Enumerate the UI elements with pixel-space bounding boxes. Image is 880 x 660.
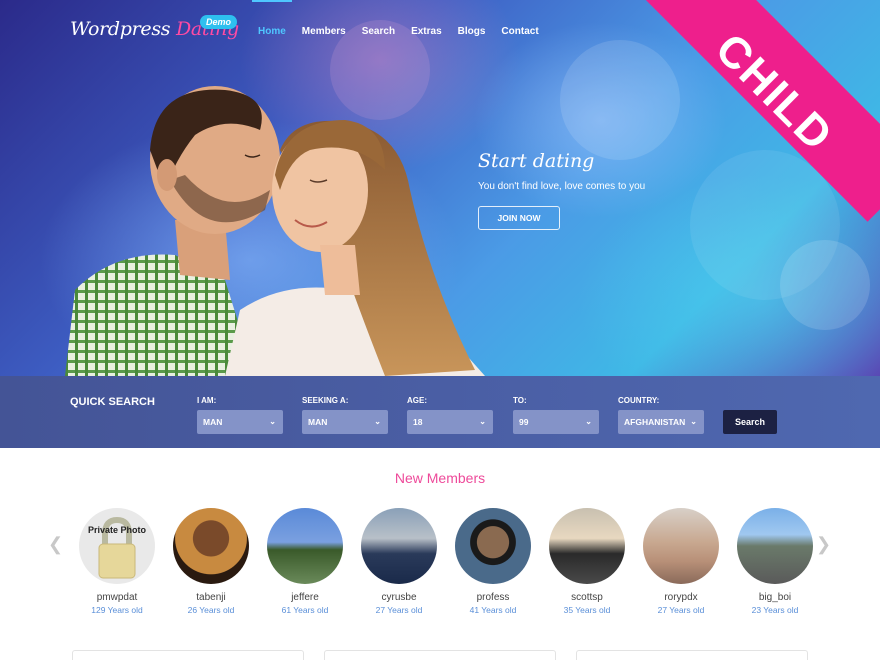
avatar[interactable] bbox=[643, 508, 719, 584]
member-name[interactable]: profess bbox=[446, 592, 540, 603]
member-card[interactable]: cyrusbe 27 Years old bbox=[352, 508, 446, 615]
member-name[interactable]: scottsp bbox=[540, 592, 634, 603]
new-members-title: New Members bbox=[394, 470, 486, 486]
content-card bbox=[72, 650, 304, 660]
field-label: TO: bbox=[513, 396, 527, 405]
member-age: 27 Years old bbox=[657, 605, 705, 615]
select-value: AFGHANISTAN bbox=[624, 417, 686, 427]
private-photo-lock-icon bbox=[98, 516, 136, 579]
member-age: 23 Years old bbox=[751, 605, 799, 615]
content-card bbox=[324, 650, 556, 660]
bokeh-light bbox=[780, 240, 870, 330]
nav-item-blogs[interactable]: Blogs bbox=[458, 26, 486, 37]
member-name[interactable]: cyrusbe bbox=[352, 592, 446, 603]
field-label: AGE: bbox=[407, 396, 427, 405]
member-card[interactable]: profess 41 Years old bbox=[446, 508, 540, 615]
select-value: MAN bbox=[308, 417, 328, 427]
avatar[interactable] bbox=[361, 508, 437, 584]
age-from-select[interactable]: 18 ⌄ bbox=[407, 410, 493, 434]
demo-badge: Demo bbox=[200, 15, 238, 29]
page: Wordpress Dating Demo Home Members Searc… bbox=[0, 0, 880, 660]
member-card[interactable]: tabenji 26 Years old bbox=[164, 508, 258, 615]
member-card[interactable]: Private Photo pmwpdat 129 Years old bbox=[70, 508, 164, 615]
member-name[interactable]: jeffere bbox=[258, 592, 352, 603]
member-name[interactable]: pmwpdat bbox=[70, 592, 164, 603]
search-button[interactable]: Search bbox=[723, 410, 777, 434]
member-age: 129 Years old bbox=[91, 605, 143, 615]
member-age: 35 Years old bbox=[563, 605, 611, 615]
avatar[interactable]: Private Photo bbox=[79, 508, 155, 584]
field-label: I AM: bbox=[197, 396, 217, 405]
quick-search-title: QUICK SEARCH bbox=[70, 396, 155, 408]
field-country: COUNTRY: AFGHANISTAN ⌄ bbox=[618, 396, 704, 434]
select-value: MAN bbox=[203, 417, 223, 427]
select-value: 18 bbox=[413, 417, 423, 427]
content-card bbox=[576, 650, 808, 660]
member-name[interactable]: rorypdx bbox=[634, 592, 728, 603]
field-label: SEEKING A: bbox=[302, 396, 349, 405]
nav-item-contact[interactable]: Contact bbox=[501, 26, 538, 37]
nav-item-members[interactable]: Members bbox=[302, 26, 346, 37]
main-nav: Home Members Search Extras Blogs Contact bbox=[252, 0, 555, 37]
member-age: 41 Years old bbox=[469, 605, 517, 615]
nav-item-search[interactable]: Search bbox=[362, 26, 395, 37]
member-card[interactable]: big_boi 23 Years old bbox=[728, 508, 822, 615]
avatar[interactable] bbox=[549, 508, 625, 584]
select-value: 99 bbox=[519, 417, 529, 427]
chevron-down-icon: ⌄ bbox=[690, 417, 697, 426]
chevron-down-icon: ⌄ bbox=[374, 417, 381, 426]
nav-item-home[interactable]: Home bbox=[252, 0, 292, 37]
i-am-select[interactable]: MAN ⌄ bbox=[197, 410, 283, 434]
avatar[interactable] bbox=[173, 508, 249, 584]
member-name[interactable]: big_boi bbox=[728, 592, 822, 603]
avatar[interactable] bbox=[267, 508, 343, 584]
private-photo-label: Private Photo bbox=[87, 525, 146, 535]
avatar[interactable] bbox=[455, 508, 531, 584]
member-card[interactable]: scottsp 35 Years old bbox=[540, 508, 634, 615]
member-age: 27 Years old bbox=[375, 605, 423, 615]
chevron-left-icon[interactable]: ❮ bbox=[48, 534, 63, 555]
chevron-down-icon: ⌄ bbox=[479, 417, 486, 426]
field-seeking: SEEKING A: MAN ⌄ bbox=[302, 396, 388, 434]
members-carousel: Private Photo pmwpdat 129 Years old tabe… bbox=[70, 508, 822, 615]
age-to-select[interactable]: 99 ⌄ bbox=[513, 410, 599, 434]
chevron-down-icon: ⌄ bbox=[585, 417, 592, 426]
hero-couple-image bbox=[65, 86, 485, 376]
member-age: 61 Years old bbox=[281, 605, 329, 615]
hero-title: Start dating bbox=[478, 150, 595, 172]
field-i-am: I AM: MAN ⌄ bbox=[197, 396, 283, 434]
country-select[interactable]: AFGHANISTAN ⌄ bbox=[618, 410, 704, 434]
bokeh-light bbox=[560, 40, 680, 160]
avatar[interactable] bbox=[737, 508, 813, 584]
member-card[interactable]: jeffere 61 Years old bbox=[258, 508, 352, 615]
field-age: AGE: 18 ⌄ bbox=[407, 396, 493, 434]
member-name[interactable]: tabenji bbox=[164, 592, 258, 603]
seeking-select[interactable]: MAN ⌄ bbox=[302, 410, 388, 434]
member-age: 26 Years old bbox=[187, 605, 235, 615]
member-card[interactable]: rorypdx 27 Years old bbox=[634, 508, 728, 615]
hero-subtitle: You don't find love, love comes to you bbox=[478, 181, 646, 192]
field-label: COUNTRY: bbox=[618, 396, 660, 405]
field-to: TO: 99 ⌄ bbox=[513, 396, 599, 434]
chevron-down-icon: ⌄ bbox=[269, 417, 276, 426]
quick-search-bar: QUICK SEARCH I AM: MAN ⌄ SEEKING A: MAN … bbox=[0, 376, 880, 448]
join-now-button[interactable]: JOIN NOW bbox=[478, 206, 560, 230]
nav-item-extras[interactable]: Extras bbox=[411, 26, 442, 37]
hero-banner: Wordpress Dating Demo Home Members Searc… bbox=[0, 0, 880, 376]
logo-text-primary: Wordpress bbox=[70, 18, 171, 40]
